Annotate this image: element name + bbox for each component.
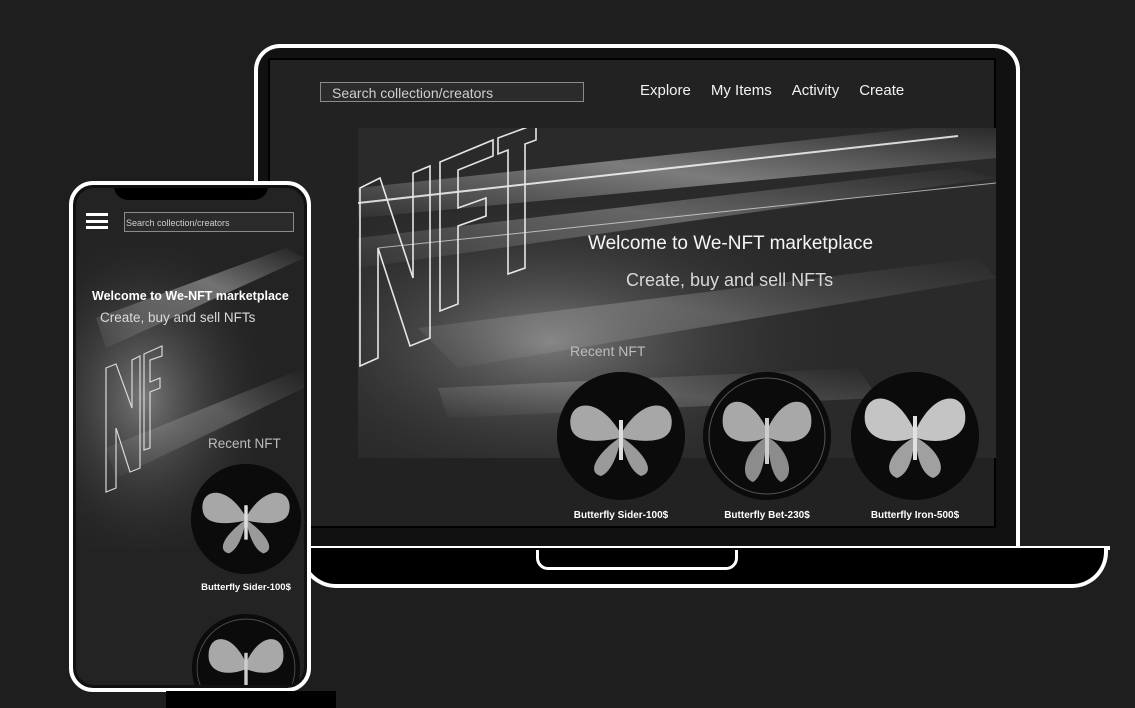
nav-explore[interactable]: Explore [640, 82, 691, 99]
nft-card[interactable]: Butterfly Sider-100$ [556, 372, 686, 521]
main-nav: Explore My Items Activity Create [640, 82, 904, 99]
hero-subtitle: Create, buy and sell NFTs [626, 270, 834, 290]
nft-caption: Butterfly Bet-230$ [724, 510, 810, 521]
hero-welcome-title: Welcome to We-NFT marketplace [588, 233, 874, 254]
nft-caption: Butterfly Iron-500$ [870, 510, 960, 521]
recent-nft-heading: Recent NFT [208, 436, 281, 451]
nav-activity[interactable]: Activity [792, 82, 840, 99]
phone-frame: Search collection/creators Welcome to We… [69, 181, 311, 692]
nav-my-items[interactable]: My Items [711, 82, 772, 99]
butterfly-image [557, 372, 685, 500]
search-input[interactable]: Search collection/creators [124, 212, 294, 232]
butterfly-image [703, 372, 831, 500]
hamburger-menu-icon[interactable] [86, 213, 108, 229]
nft-caption: Butterfly Sider-100$ [201, 582, 291, 593]
butterfly-image [851, 372, 979, 500]
nft-caption: Butterfly Sider-100$ [573, 510, 669, 521]
phone-screen: Search collection/creators Welcome to We… [76, 188, 304, 685]
nft-card[interactable]: Butterfly Iron-500$ [850, 372, 980, 521]
nft-card[interactable] [192, 614, 300, 685]
hero-subtitle: Create, buy and sell NFTs [100, 310, 256, 325]
hero-welcome-title: Welcome to We-NFT marketplace [92, 289, 289, 303]
nav-create[interactable]: Create [859, 82, 904, 99]
recent-nft-heading: Recent NFT [570, 343, 646, 359]
laptop-screen: Search collection/creators Explore My It… [268, 58, 996, 528]
nft-card[interactable]: Butterfly Sider-100$ [191, 464, 301, 593]
mockup-stage: Search collection/creators Explore My It… [0, 0, 1135, 708]
nft-card[interactable]: Butterfly Bet-230$ [702, 372, 832, 521]
butterfly-image [192, 614, 300, 685]
search-input[interactable]: Search collection/creators [320, 82, 584, 102]
laptop-trackpad-notch [536, 550, 738, 570]
phone-notch [114, 188, 268, 200]
bottom-bar [166, 691, 336, 708]
butterfly-image [191, 464, 301, 574]
